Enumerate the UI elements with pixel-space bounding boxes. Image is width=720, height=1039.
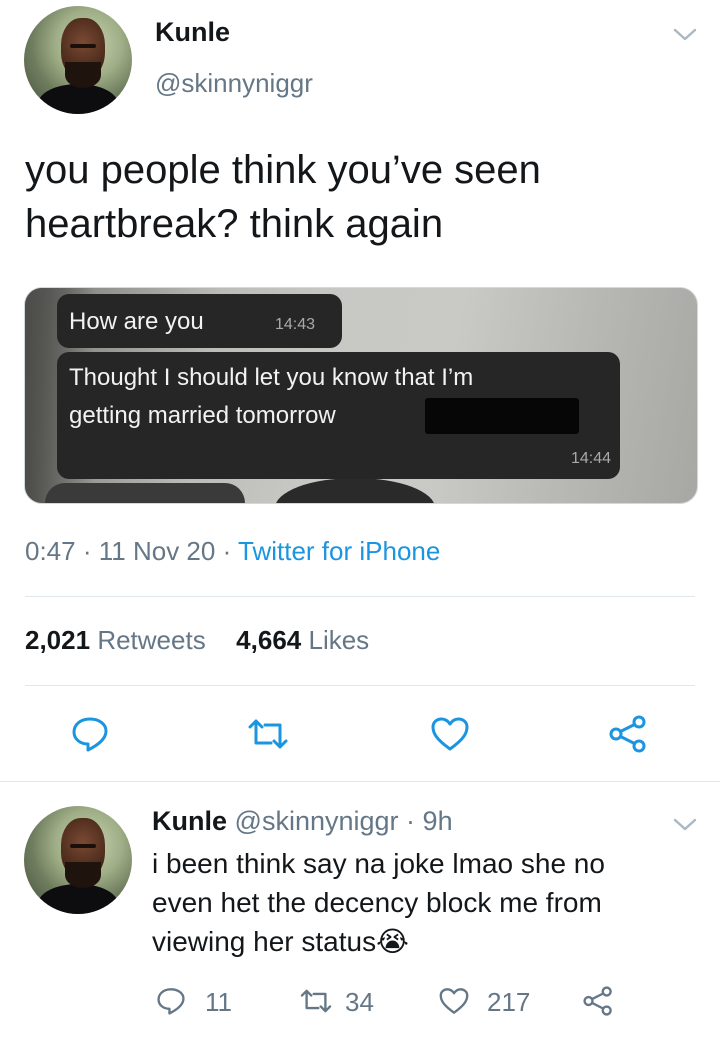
chat-bubble-1-text: How are you	[69, 308, 204, 335]
chat-bubble-2: Thought I should let you know that I’m g…	[57, 352, 620, 479]
chat-bubble-2-line-1: Thought I should let you know that I’m	[69, 364, 474, 391]
likes-label: Likes	[308, 625, 370, 655]
reply-text-line-3-text: viewing her status	[152, 926, 377, 957]
chat-bubble-1: How are you 14:43	[57, 294, 342, 348]
tweet-meta: 0:47 · 11 Nov 20 · Twitter for iPhone	[25, 536, 440, 567]
retweet-count: 34	[345, 987, 374, 1017]
reply-text-line-2: even het the decency block me from	[152, 887, 602, 918]
tweet-source-link[interactable]: Twitter for iPhone	[238, 536, 440, 566]
retweets-stat[interactable]: 2,021 Retweets	[25, 625, 213, 655]
divider	[25, 596, 695, 597]
reply-author-avatar[interactable]	[24, 806, 132, 914]
likes-count: 4,664	[236, 625, 302, 655]
like-icon[interactable]	[428, 714, 472, 754]
media-dark-object	[275, 478, 435, 503]
avatar-shirt	[38, 884, 118, 914]
author-handle[interactable]: @skinnyniggr	[155, 68, 313, 99]
chevron-down-icon[interactable]	[670, 20, 700, 50]
reply-text-line-1: i been think say na joke lmao she no	[152, 848, 605, 879]
reply-time[interactable]: 9h	[423, 806, 453, 836]
like-count: 217	[487, 987, 531, 1017]
meta-separator: ·	[82, 536, 92, 566]
share-icon[interactable]	[606, 714, 650, 754]
crying-face-emoji: 😭	[376, 925, 409, 958]
tweet-time: 0:47	[25, 536, 76, 566]
reply-author-handle[interactable]: @skinnyniggr	[235, 806, 399, 836]
avatar-eyes	[70, 844, 96, 848]
media-dark-object-2	[45, 483, 245, 503]
tweet-stats: 2,021 Retweets 4,664 Likes	[25, 625, 369, 656]
retweet-icon[interactable]	[243, 714, 293, 754]
likes-stat[interactable]: 4,664 Likes	[236, 625, 369, 655]
reply-separator: ·	[406, 806, 416, 836]
meta-separator: ·	[222, 536, 232, 566]
tweet-text-line-2: heartbreak? think again	[25, 202, 444, 246]
avatar-shirt	[38, 84, 118, 114]
retweets-count: 2,021	[25, 625, 91, 655]
divider	[25, 685, 695, 686]
avatar-eyes	[70, 44, 96, 48]
chat-bubble-2-time: 14:44	[571, 450, 612, 467]
reply-count: 11	[205, 987, 232, 1017]
author-avatar[interactable]	[24, 6, 132, 114]
reply-header: Kunle @skinnyniggr · 9h	[152, 806, 453, 837]
avatar-beard	[65, 862, 101, 888]
chat-bubble-1-time: 14:43	[275, 316, 316, 333]
tweet-media-image[interactable]: How are you 14:43 Thought I should let y…	[24, 287, 698, 504]
redaction-block	[425, 398, 579, 434]
chat-bubble-2-line-2: getting married tomorrow	[69, 402, 336, 429]
author-name[interactable]: Kunle	[155, 17, 230, 48]
reply-icon[interactable]	[70, 714, 110, 754]
reply-text-line-3: viewing her status😭	[152, 923, 409, 961]
reply-icon[interactable]	[154, 984, 188, 1018]
tweet-text-line-1: you people think you’ve seen	[25, 148, 541, 192]
divider	[0, 781, 720, 782]
chevron-down-icon[interactable]	[670, 810, 700, 840]
retweets-label: Retweets	[97, 625, 206, 655]
retweet-icon[interactable]	[296, 984, 336, 1018]
tweet-date: 11 Nov 20	[98, 536, 216, 566]
reply-author-name[interactable]: Kunle	[152, 806, 227, 836]
like-icon[interactable]	[436, 984, 472, 1018]
share-icon[interactable]	[580, 984, 616, 1018]
avatar-beard	[65, 62, 101, 88]
